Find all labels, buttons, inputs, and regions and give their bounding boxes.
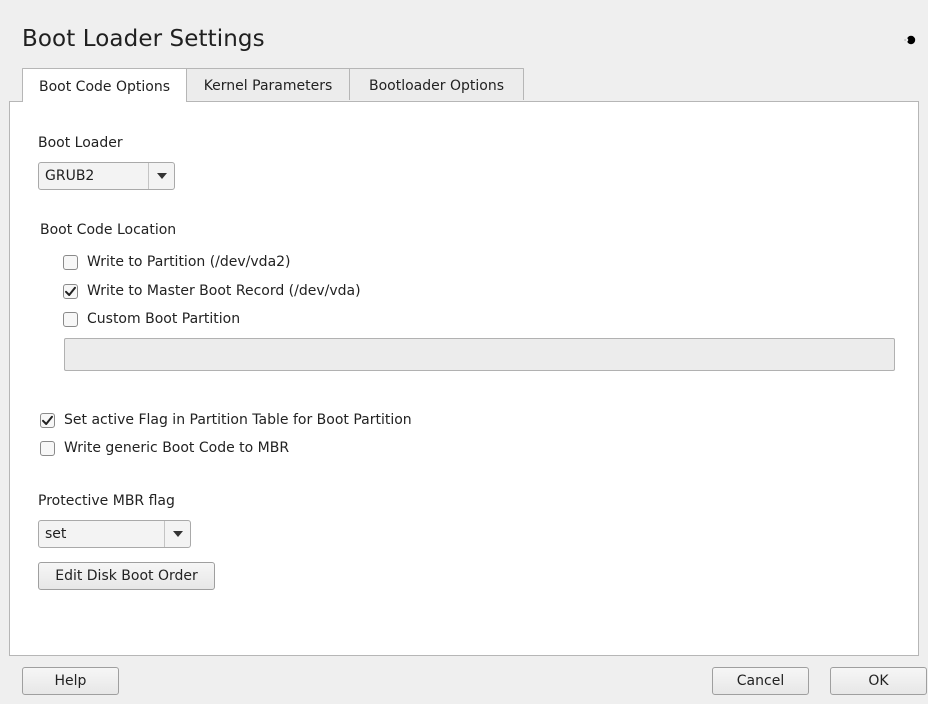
boot-code-location-label: Boot Code Location <box>40 222 177 238</box>
moon-icon[interactable] <box>903 31 921 49</box>
write-to-mbr-option[interactable]: Write to Master Boot Record (/dev/vda) <box>63 283 361 299</box>
boot-loader-select[interactable]: GRUB2 <box>38 162 175 190</box>
tab-label: Boot Code Options <box>39 78 170 95</box>
tab-bootloader-options[interactable]: Bootloader Options <box>349 68 524 100</box>
cancel-button[interactable]: Cancel <box>712 667 809 695</box>
cancel-label: Cancel <box>736 673 785 689</box>
checkmark-icon <box>42 415 53 425</box>
dropdown-arrow-icon <box>164 521 190 547</box>
dropdown-arrow-icon <box>148 163 174 189</box>
write-generic-boot-code-checkbox[interactable] <box>40 440 55 456</box>
write-to-mbr-label: Write to Master Boot Record (/dev/vda) <box>87 283 361 299</box>
write-to-mbr-checkbox[interactable] <box>63 283 78 299</box>
protective-mbr-select[interactable]: set <box>38 520 191 548</box>
tab-kernel-parameters[interactable]: Kernel Parameters <box>186 68 350 100</box>
set-active-flag-checkbox[interactable] <box>40 412 55 428</box>
write-to-partition-checkbox[interactable] <box>63 254 78 270</box>
protective-mbr-label: Protective MBR flag <box>38 493 175 509</box>
tab-boot-code-options[interactable]: Boot Code Options <box>22 68 187 102</box>
ok-button[interactable]: OK <box>830 667 927 695</box>
edit-disk-boot-order-button[interactable]: Edit Disk Boot Order <box>38 562 215 590</box>
write-generic-boot-code-label: Write generic Boot Code to MBR <box>64 440 290 456</box>
write-generic-boot-code-option[interactable]: Write generic Boot Code to MBR <box>40 440 289 456</box>
boot-loader-label: Boot Loader <box>38 135 123 151</box>
set-active-flag-option[interactable]: Set active Flag in Partition Table for B… <box>40 412 412 428</box>
boot-loader-value: GRUB2 <box>45 168 95 184</box>
tab-bar: Boot Code Options Kernel Parameters Boot… <box>22 68 524 102</box>
set-active-flag-label: Set active Flag in Partition Table for B… <box>64 412 412 428</box>
custom-boot-partition-option[interactable]: Custom Boot Partition <box>63 311 240 327</box>
custom-boot-partition-input[interactable] <box>64 338 895 371</box>
tab-label: Bootloader Options <box>369 77 504 94</box>
help-button[interactable]: Help <box>22 667 119 695</box>
write-to-partition-option[interactable]: Write to Partition (/dev/vda2) <box>63 254 291 270</box>
edit-disk-boot-order-label: Edit Disk Boot Order <box>55 568 198 584</box>
protective-mbr-value: set <box>45 526 67 542</box>
help-label: Help <box>54 673 87 689</box>
checkmark-icon <box>65 286 76 296</box>
write-to-partition-label: Write to Partition (/dev/vda2) <box>87 254 291 270</box>
tab-label: Kernel Parameters <box>203 77 333 94</box>
window-title: Boot Loader Settings <box>22 26 265 52</box>
ok-label: OK <box>868 673 889 689</box>
custom-boot-partition-label: Custom Boot Partition <box>87 311 241 327</box>
custom-boot-partition-checkbox[interactable] <box>63 311 78 327</box>
